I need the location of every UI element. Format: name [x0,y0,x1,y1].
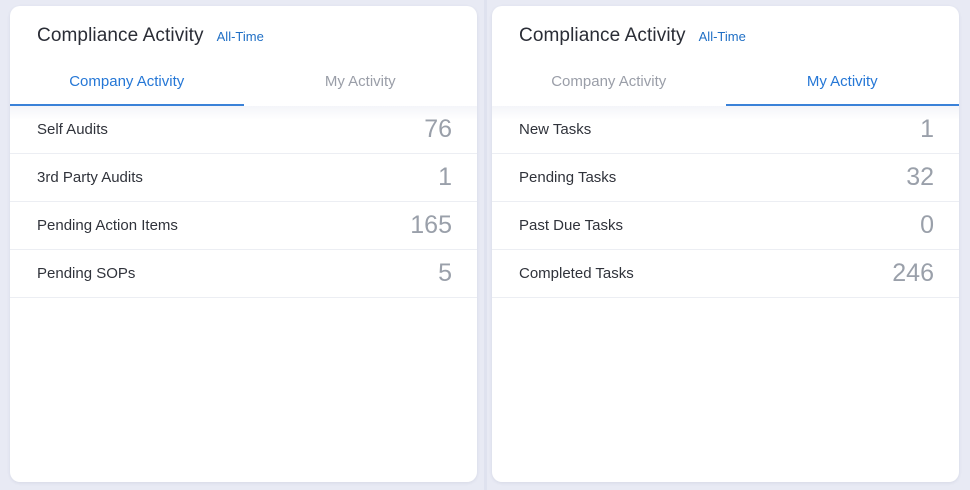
list-item-label: Self Audits [37,121,108,138]
panel-title: Compliance Activity [37,25,204,46]
panel-header: Compliance Activity All-Time [519,25,746,49]
list-item: Self Audits 76 [10,106,477,154]
panel-title: Compliance Activity [519,25,686,46]
list-item: Pending Action Items 165 [10,202,477,250]
list-item-count: 165 [410,211,452,239]
list-item-count: 246 [892,259,934,287]
list-item-label: New Tasks [519,121,592,138]
list-item-count: 5 [438,259,452,287]
compliance-activity-panel-company: Compliance Activity All-Time Company Act… [10,6,477,482]
tab-my-activity[interactable]: My Activity [244,58,478,106]
activity-tabs: Company Activity My Activity [492,58,959,106]
list-item: 3rd Party Audits 1 [10,154,477,202]
list-item-label: 3rd Party Audits [37,169,143,186]
list-item: Completed Tasks 246 [492,250,959,298]
dashboard: Compliance Activity All-Time Company Act… [0,0,970,490]
tab-my-activity[interactable]: My Activity [725,58,959,106]
list-item: Pending Tasks 32 [492,154,959,202]
compliance-activity-panel-mine: Compliance Activity All-Time Company Act… [492,6,959,482]
list-item: Past Due Tasks 0 [492,202,959,250]
list-item-count: 1 [920,115,934,143]
activity-tabs: Company Activity My Activity [10,58,477,106]
list-item: New Tasks 1 [492,106,959,154]
list-item-count: 32 [906,163,934,191]
activity-list: Self Audits 76 3rd Party Audits 1 Pendin… [10,106,477,298]
panel-header: Compliance Activity All-Time [37,25,264,49]
panel-divider [484,0,487,490]
list-item-count: 0 [920,211,934,239]
time-range-link[interactable]: All-Time [217,29,264,44]
time-range-link[interactable]: All-Time [699,29,746,44]
list-item-label: Pending Tasks [519,169,617,186]
list-item-count: 76 [424,115,452,143]
tab-company-activity[interactable]: Company Activity [10,58,244,106]
list-item-label: Pending Action Items [37,217,178,234]
tab-company-activity[interactable]: Company Activity [492,58,726,106]
list-item-label: Pending SOPs [37,265,136,282]
activity-list: New Tasks 1 Pending Tasks 32 Past Due Ta… [492,106,959,298]
list-item: Pending SOPs 5 [10,250,477,298]
list-item-count: 1 [438,163,452,191]
list-item-label: Completed Tasks [519,265,634,282]
list-item-label: Past Due Tasks [519,217,623,234]
